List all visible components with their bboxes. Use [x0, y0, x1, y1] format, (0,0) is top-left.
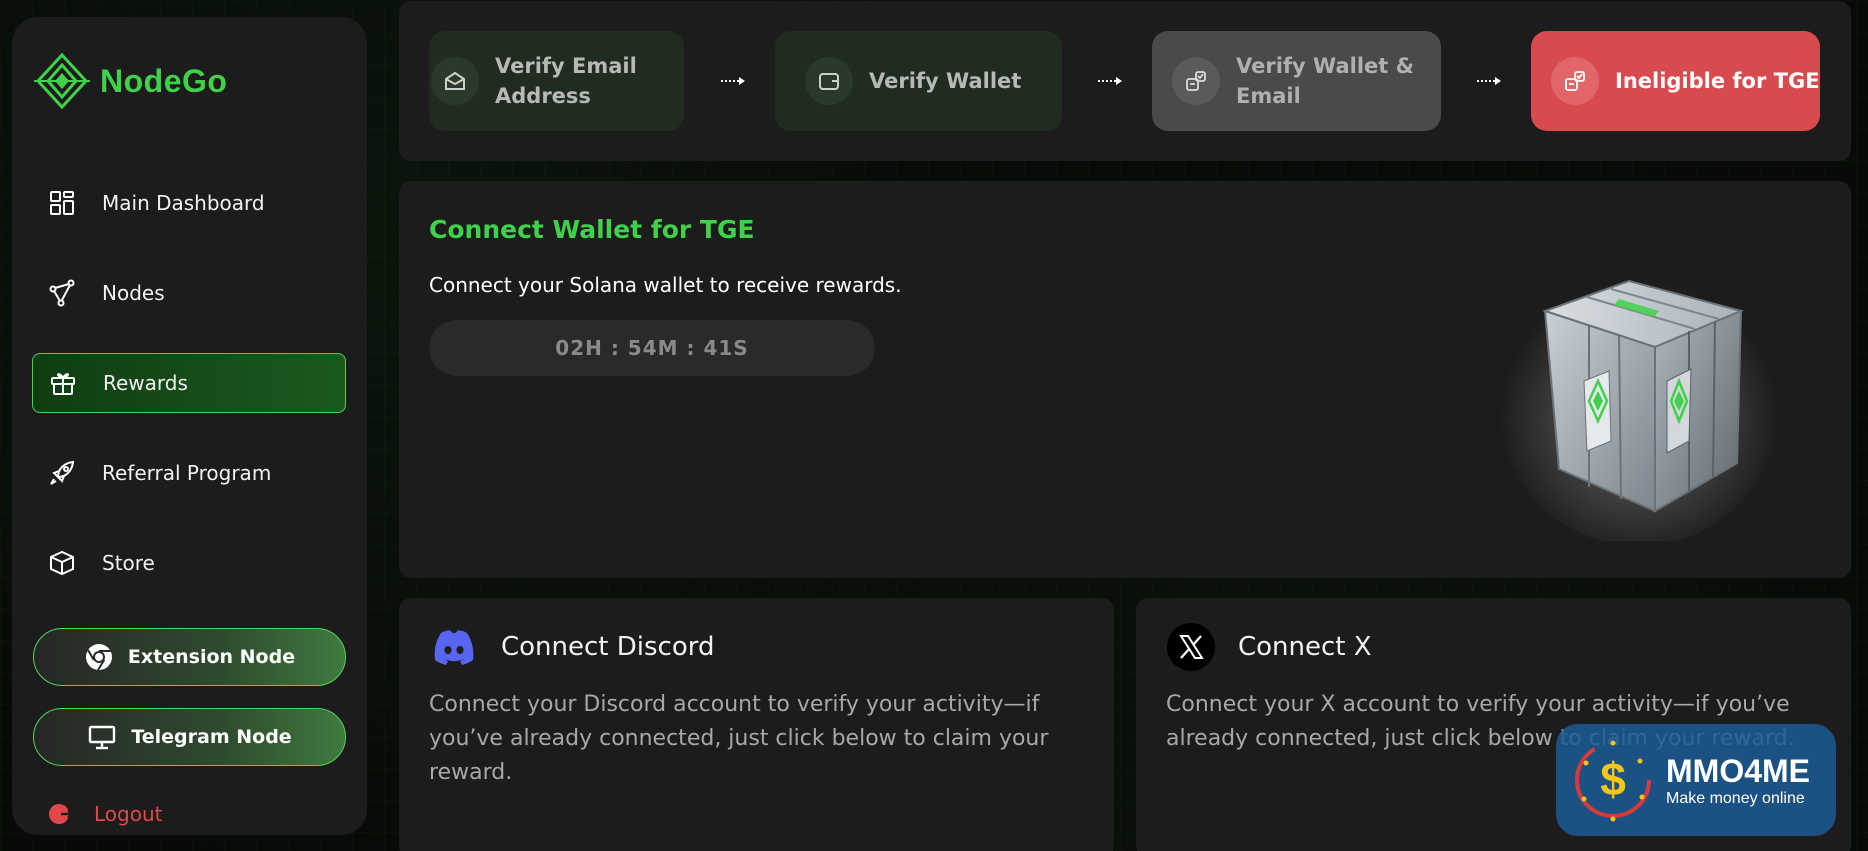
connect-wallet-card: Connect Wallet for TGE Connect your Sola…: [399, 181, 1851, 578]
step-arrow-icon: [1477, 77, 1501, 85]
sidebar-item-label: Store: [102, 551, 155, 575]
discord-icon: [434, 630, 474, 665]
dashboard-icon: [50, 191, 74, 215]
telegram-node-button[interactable]: Telegram Node: [33, 708, 346, 766]
rocket-icon: [50, 460, 75, 485]
step-verify-wallet[interactable]: Verify Wallet: [775, 31, 1062, 131]
step-label: Verify Email Address: [495, 54, 637, 108]
step-label: Verify Wallet: [869, 69, 1022, 93]
x-logo-icon: [1167, 623, 1215, 671]
wallet-title: Connect Wallet for TGE: [429, 215, 755, 244]
step-ineligible-tge[interactable]: Ineligible for TGE: [1531, 31, 1820, 131]
logout-icon: [49, 804, 74, 824]
step-arrow-icon: [721, 77, 745, 85]
step-verify-email[interactable]: Verify Email Address: [429, 31, 684, 131]
svg-text:$: $: [1600, 753, 1626, 805]
countdown-timer: 02H : 54M : 41S: [429, 320, 875, 376]
dollar-coin-icon: $: [1575, 740, 1651, 822]
telegram-node-label: Telegram Node: [131, 726, 292, 748]
brand-logo[interactable]: NodeGo: [32, 51, 227, 111]
sidebar-item-rewards[interactable]: Rewards: [32, 353, 346, 413]
x-header: Connect X: [1166, 622, 1372, 672]
sidebar-nav: Main Dashboard Nodes Rewards Referral Pr…: [32, 173, 346, 623]
watermark-brand: MMO4ME: [1666, 752, 1810, 789]
box-icon: [50, 550, 74, 576]
sidebar-item-label: Nodes: [102, 281, 165, 305]
x-title: Connect X: [1238, 632, 1372, 662]
brand-name: NodeGo: [100, 62, 228, 99]
monitor-icon: [89, 725, 116, 750]
sidebar-item-store[interactable]: Store: [32, 533, 346, 593]
verification-steps: Verify Email Address Verify Wallet Verif…: [399, 1, 1851, 161]
logout-label: Logout: [94, 802, 163, 826]
mmo4me-watermark: $ MMO4ME Make money online: [1556, 724, 1836, 836]
watermark-tagline: Make money online: [1666, 789, 1805, 807]
step-arrow-icon: [1098, 77, 1122, 85]
discord-header: Connect Discord: [429, 622, 715, 672]
step-label: Verify Wallet & Email: [1236, 54, 1414, 108]
gift-icon: [51, 373, 75, 395]
extension-node-label: Extension Node: [127, 646, 296, 668]
wallet-icon: [805, 57, 853, 105]
sidebar: NodeGo Main Dashboard Nodes Rewards Refe…: [12, 17, 367, 835]
connect-discord-card: Connect Discord Connect your Discord acc…: [399, 598, 1114, 851]
sidebar-item-main-dashboard[interactable]: Main Dashboard: [32, 173, 346, 233]
sidebar-item-referral-program[interactable]: Referral Program: [32, 443, 346, 503]
logout-button[interactable]: Logout: [48, 801, 162, 827]
discord-description: Connect your Discord account to verify y…: [429, 692, 1049, 785]
chrome-icon: [85, 644, 112, 671]
extension-node-button[interactable]: Extension Node: [33, 628, 346, 686]
sidebar-item-nodes[interactable]: Nodes: [32, 263, 346, 323]
link-check-icon: [1551, 57, 1599, 105]
step-verify-wallet-email[interactable]: Verify Wallet & Email: [1152, 31, 1441, 131]
nodes-icon: [49, 279, 75, 307]
nodego-logo-icon: [34, 52, 90, 110]
link-check-icon: [1172, 57, 1220, 105]
step-label: Ineligible for TGE: [1615, 69, 1820, 93]
sidebar-item-label: Rewards: [103, 371, 188, 395]
wallet-subtitle: Connect your Solana wallet to receive re…: [429, 273, 902, 297]
sidebar-item-label: Referral Program: [102, 461, 272, 485]
envelope-icon: [431, 57, 479, 105]
discord-title: Connect Discord: [501, 632, 715, 662]
sidebar-item-label: Main Dashboard: [102, 191, 265, 215]
reward-cube-icon: [1499, 266, 1779, 541]
